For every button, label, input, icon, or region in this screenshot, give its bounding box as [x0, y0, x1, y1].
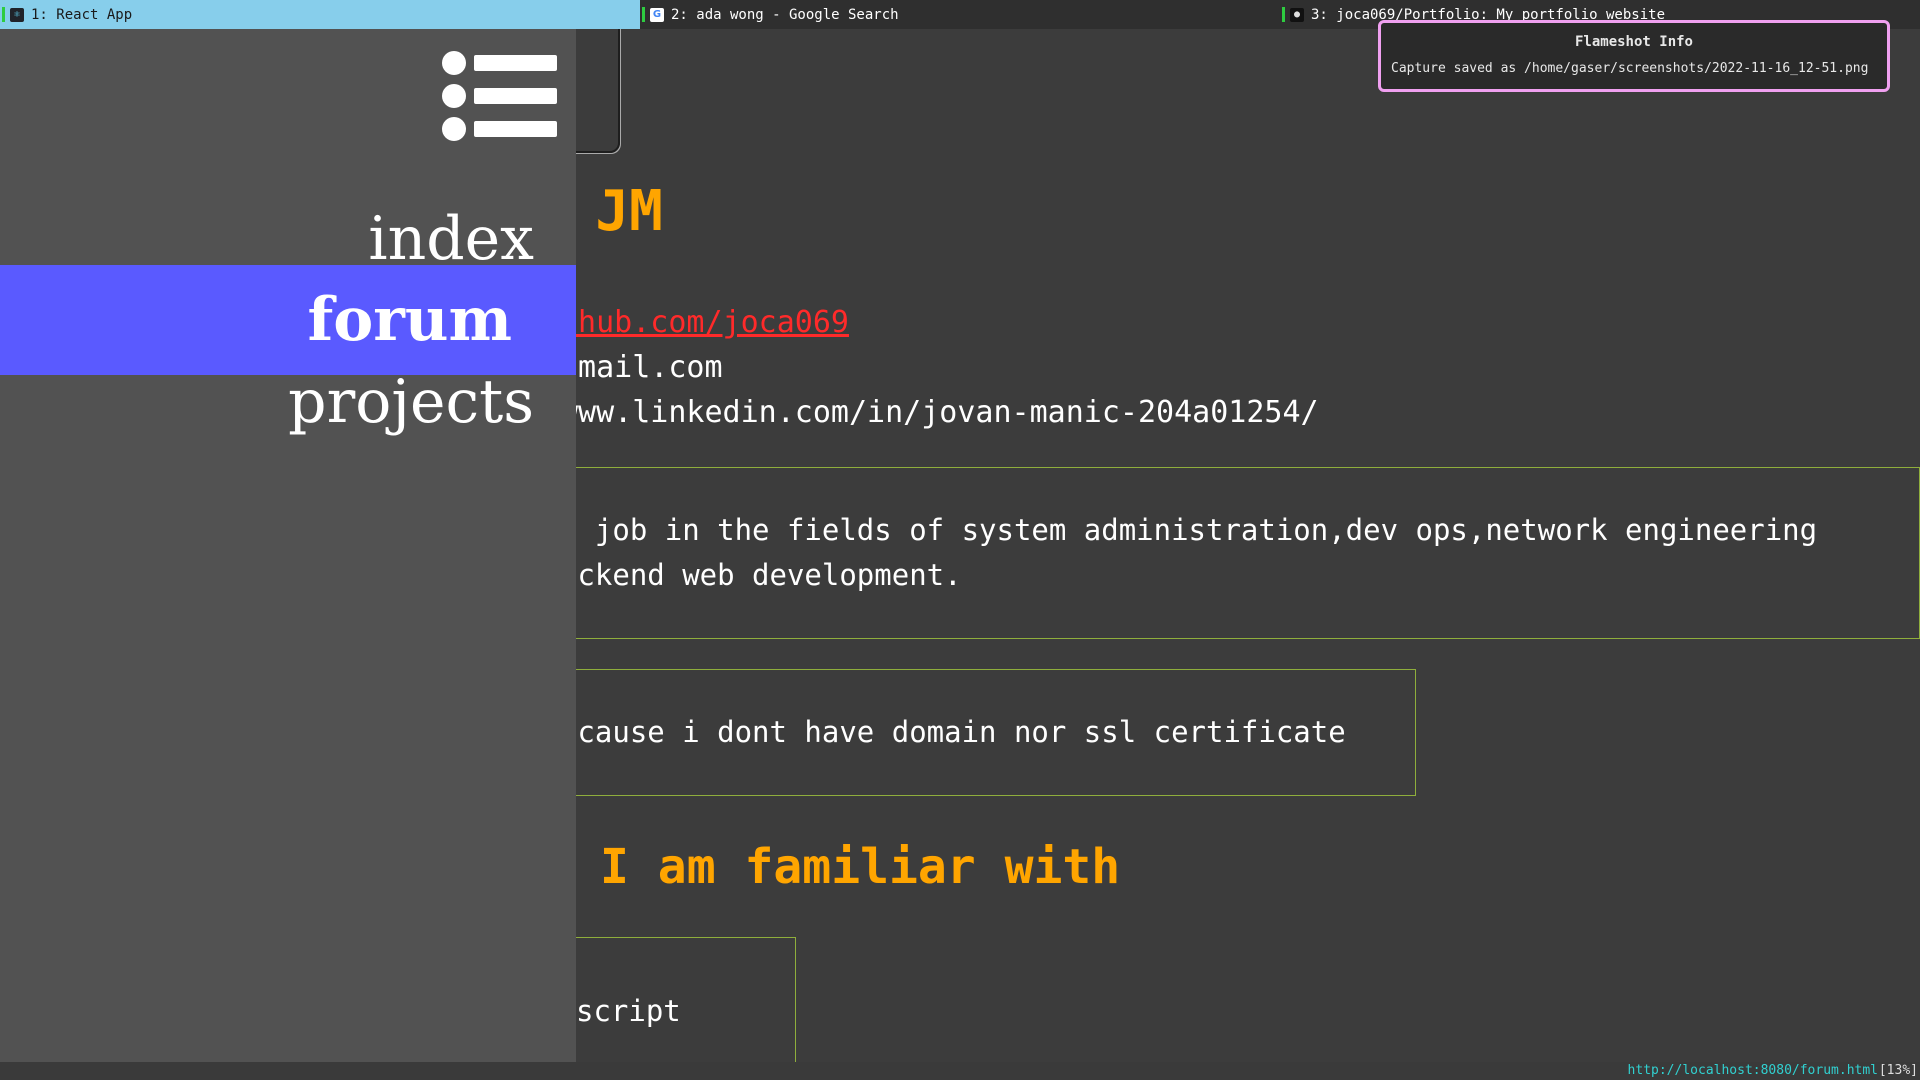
menu-icon-bar: [474, 121, 557, 137]
status-url: http://localhost:8080/forum.html: [1627, 1063, 1878, 1078]
tab-label: 1: React App: [31, 6, 133, 23]
github-link[interactable]: thub.com/joca069: [560, 305, 849, 340]
flameshot-notification[interactable]: Flameshot Info Capture saved as /home/ga…: [1378, 20, 1890, 92]
google-icon: G: [650, 7, 664, 22]
side-menu: index forum projects: [0, 29, 576, 1062]
notice-text: ecause i dont have domain nor ssl certif…: [560, 715, 1346, 749]
menu-icon-bar: [474, 88, 557, 104]
scroll-percent: [13%]: [1878, 1063, 1918, 1078]
email-text: gmail.com: [560, 350, 723, 385]
tab-marker: [642, 7, 645, 22]
goal-box: [560, 467, 1920, 639]
notification-title: Flameshot Info: [1574, 34, 1693, 50]
tab-active-marker: [2, 7, 5, 22]
menu-icon-dot: [442, 84, 466, 108]
skill-item-text: script: [576, 994, 681, 1028]
tab-label: 2: ada wong - Google Search: [671, 6, 899, 23]
goal-text-line1: a job in the fields of system administra…: [560, 513, 1818, 547]
nav-item-projects[interactable]: projects: [0, 347, 576, 457]
notification-body: Capture saved as /home/gaser/screenshots…: [1391, 61, 1869, 76]
github-icon: ●: [1290, 7, 1304, 22]
tab-react-app[interactable]: ⚛ 1: React App: [0, 0, 640, 29]
tab-google-search[interactable]: G 2: ada wong - Google Search: [640, 0, 1280, 29]
goal-text-line2: ackend web development.: [560, 558, 962, 592]
menu-icon-dot: [442, 51, 466, 75]
linkedin-text: www.linkedin.com/in/jovan-manic-204a0125…: [560, 395, 1319, 430]
menu-icon[interactable]: [440, 49, 560, 143]
tab-marker: [1282, 7, 1285, 22]
menu-icon-bar: [474, 55, 557, 71]
menu-icon-dot: [442, 117, 466, 141]
skills-heading: I am familiar with: [600, 839, 1121, 895]
react-icon: ⚛: [10, 7, 24, 22]
status-bar: http://localhost:8080/forum.html [13%]: [0, 1062, 1920, 1080]
